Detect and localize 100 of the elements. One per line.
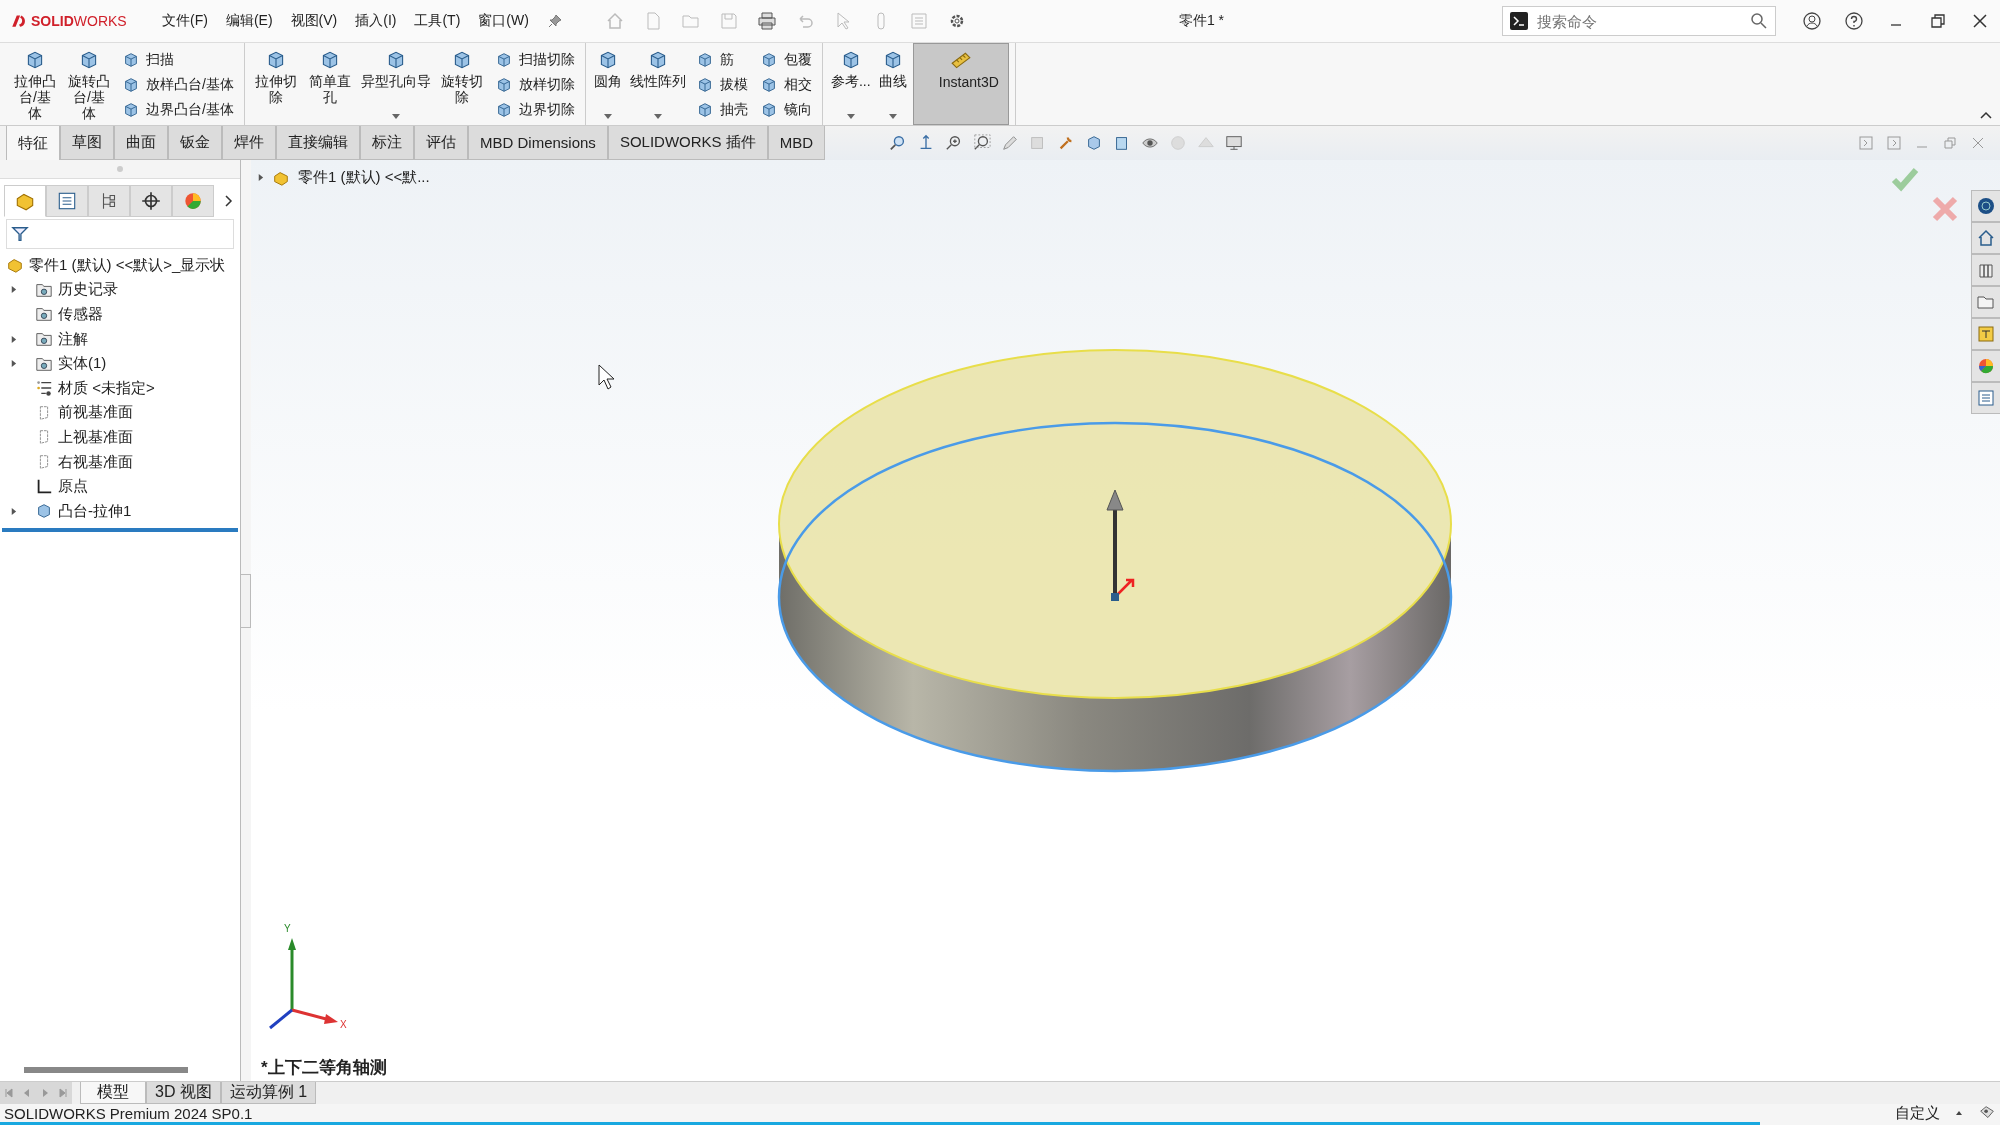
task-pane-tab[interactable] — [1971, 190, 2000, 222]
ribbon-button[interactable]: 放样凸台/基体 — [118, 72, 238, 97]
ds-logo-icon — [10, 13, 28, 29]
property-tab[interactable] — [46, 185, 88, 217]
collapse-ribbon-icon[interactable] — [1980, 111, 1992, 119]
feature-tree-tab[interactable] — [4, 185, 46, 217]
collapsed-arrow-icon[interactable] — [9, 360, 17, 368]
command-tab[interactable]: 特征 — [6, 126, 60, 160]
command-prompt-icon — [1509, 11, 1529, 31]
folder-icon — [35, 330, 53, 349]
product-version: SOLIDWORKS Premium 2024 SP0.1 — [4, 1104, 253, 1122]
ribbon-button[interactable]: 旋转凸台/基体 — [64, 47, 114, 125]
ribbon-button[interactable]: 曲线 — [876, 47, 909, 125]
ribbon-button[interactable]: 线性阵列 — [627, 47, 688, 125]
command-tab[interactable]: MBD Dimensions — [468, 126, 608, 160]
ribbon-button[interactable]: 抽壳 — [691, 97, 752, 122]
search-icon[interactable] — [1749, 11, 1769, 31]
configuration-tab[interactable] — [88, 185, 130, 217]
tree-item[interactable]: 右视基准面 — [0, 449, 240, 475]
graphics-area[interactable]: 零件1 (默认) <<默... Y X *上下二等角轴测 — [251, 160, 2000, 1081]
menu-item[interactable]: 工具(T) — [414, 12, 461, 30]
ribbon-button[interactable]: 旋转切除 — [436, 47, 487, 125]
ribbon-button[interactable]: 包覆 — [755, 47, 816, 72]
collapsed-arrow-icon[interactable] — [9, 335, 17, 343]
user-icon[interactable] — [1802, 11, 1822, 31]
caret-icon[interactable] — [653, 114, 662, 119]
tree-item[interactable]: 前视基准面 — [0, 400, 240, 426]
command-tab[interactable]: 焊件 — [222, 126, 276, 160]
task-pane-tab[interactable] — [1971, 350, 2000, 382]
command-tab[interactable]: 草图 — [60, 126, 114, 160]
scrollbar-thumb[interactable] — [24, 1067, 188, 1073]
ribbon-button[interactable]: 边界切除 — [490, 97, 579, 122]
filter-field[interactable] — [6, 219, 234, 249]
pin-icon[interactable] — [546, 13, 563, 29]
model-tab[interactable]: 模型 — [80, 1082, 146, 1104]
ribbon-button[interactable]: 圆角 — [591, 47, 624, 125]
ribbon-button[interactable]: 扫描 — [118, 47, 238, 72]
ribbon-button[interactable]: 筋 — [691, 47, 752, 72]
command-tab[interactable]: 直接编辑 — [276, 126, 360, 160]
collapsed-arrow-icon[interactable] — [9, 286, 17, 294]
grip-handle[interactable] — [117, 166, 123, 172]
panel-splitter-handle[interactable] — [241, 573, 251, 628]
panel-right-icon[interactable] — [1886, 135, 1902, 151]
menu-item[interactable]: 文件(F) — [162, 12, 208, 30]
ribbon-button[interactable]: 相交 — [755, 72, 816, 97]
command-tab[interactable]: SOLIDWORKS 插件 — [607, 126, 768, 160]
search-input[interactable]: 搜索命令 — [1535, 11, 1743, 31]
ribbon-button[interactable]: 拉伸凸台/基体 — [10, 47, 60, 125]
caret-icon[interactable] — [603, 114, 612, 119]
command-tab[interactable]: 曲面 — [114, 126, 168, 160]
ribbon-button[interactable]: 边界凸台/基体 — [118, 97, 238, 122]
panel-left-icon[interactable] — [1858, 135, 1874, 151]
ribbon-button[interactable]: 拔模 — [691, 72, 752, 97]
print-icon[interactable] — [756, 11, 777, 31]
command-tab[interactable]: 标注 — [360, 126, 414, 160]
disk-model-drawing[interactable] — [777, 349, 1453, 773]
restore-icon[interactable] — [1928, 11, 1948, 31]
help-icon[interactable] — [1844, 11, 1864, 31]
tree-item[interactable]: 历史记录 — [0, 277, 240, 303]
dimxpert-tab[interactable] — [130, 185, 172, 217]
tree-item[interactable]: 凸台-拉伸1 — [0, 498, 240, 524]
ribbon-button[interactable]: 镜向 — [755, 97, 816, 122]
ribbon-button[interactable]: 扫描切除 — [490, 47, 579, 72]
zoom-fit-icon[interactable] — [973, 134, 992, 152]
monitor-icon[interactable] — [1225, 134, 1244, 152]
tree-item[interactable]: 原点 — [0, 474, 240, 499]
task-pane-tab[interactable] — [1971, 318, 2000, 350]
ribbon-button[interactable]: 放样切除 — [490, 72, 579, 97]
caret-icon[interactable] — [888, 114, 897, 119]
collapsed-arrow-icon[interactable] — [257, 174, 264, 181]
ribbon-button[interactable]: 简单直孔 — [304, 47, 355, 125]
command-tab[interactable]: 评估 — [414, 126, 468, 160]
collapsed-arrow-icon[interactable] — [9, 507, 17, 515]
menu-item[interactable]: 插入(I) — [355, 12, 397, 30]
extrude-arrow-drawing[interactable] — [1106, 489, 1135, 601]
feature-tree-flyout[interactable]: 零件1 (默认) <<默... — [257, 168, 430, 187]
ribbon-button[interactable]: 参考... — [828, 47, 873, 125]
tree-item[interactable]: 实体(1) — [0, 351, 240, 376]
menu-item[interactable]: 视图(V) — [290, 12, 338, 30]
tree-item[interactable]: 零件1 (默认) <<默认>_显示状 — [0, 253, 240, 278]
caret-icon[interactable] — [846, 114, 855, 119]
model-tab[interactable]: 运动算例 1 — [220, 1082, 317, 1104]
task-pane-tab[interactable] — [1971, 222, 2000, 254]
command-tab[interactable]: 钣金 — [168, 126, 222, 160]
ribbon-button[interactable]: 拉伸切除 — [250, 47, 301, 125]
menu-item[interactable]: 窗口(W) — [478, 12, 529, 30]
task-pane-tab[interactable] — [1971, 254, 2000, 286]
command-tab[interactable]: MBD — [767, 126, 826, 160]
units-selector[interactable]: 自定义 — [1895, 1103, 1940, 1123]
tree-item[interactable]: 材质 <未指定> — [0, 375, 240, 401]
instant3d-toggle[interactable]: Instant3D — [912, 43, 1009, 125]
color-wheel-icon — [182, 190, 204, 212]
menu-item[interactable]: 编辑(E) — [225, 12, 273, 30]
caret-icon[interactable] — [391, 114, 400, 119]
search-field[interactable]: 搜索命令 — [1502, 6, 1776, 36]
tree-item[interactable]: 传感器 — [0, 302, 240, 327]
tree-item[interactable]: 上视基准面 — [0, 425, 240, 450]
model-tab[interactable]: 3D 视图 — [146, 1082, 221, 1104]
tree-item[interactable]: 注解 — [0, 326, 240, 352]
ribbon-button[interactable]: 异型孔向导 — [358, 47, 433, 125]
